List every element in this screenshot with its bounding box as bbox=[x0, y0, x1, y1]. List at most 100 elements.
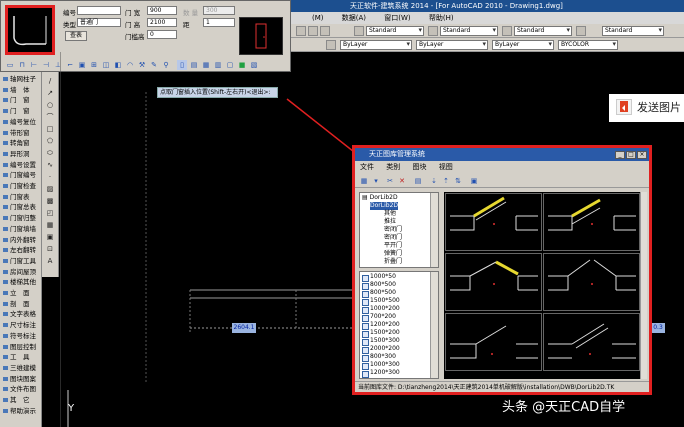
number-select[interactable] bbox=[77, 6, 121, 15]
list-scrollbar[interactable] bbox=[430, 272, 438, 378]
width-input[interactable]: 900 bbox=[147, 6, 177, 15]
toolbar-icon[interactable] bbox=[320, 26, 330, 36]
block-icon[interactable]: ▣ bbox=[44, 232, 56, 242]
gradient-icon[interactable]: ▩ bbox=[44, 196, 56, 206]
lineweight-select[interactable]: ByLayer bbox=[492, 40, 554, 50]
view-icon[interactable]: ▤ bbox=[413, 176, 423, 186]
arc-icon[interactable]: ⌒ bbox=[44, 112, 56, 122]
along-wall-icon[interactable]: ⊓ bbox=[17, 60, 27, 70]
menu-category[interactable]: 类别 bbox=[386, 163, 400, 171]
menu-item[interactable]: (M) bbox=[312, 14, 324, 22]
sill-input[interactable]: 0 bbox=[147, 30, 177, 39]
table-icon[interactable]: ▦ bbox=[44, 220, 56, 230]
rectangle-icon[interactable]: □ bbox=[44, 124, 56, 134]
list-item[interactable]: 1500*500 bbox=[362, 297, 400, 306]
list-item[interactable]: 1000*300 bbox=[362, 361, 400, 370]
close-icon[interactable]: × bbox=[637, 151, 647, 159]
thumbnail[interactable] bbox=[543, 193, 640, 251]
palette-item[interactable]: 门 窗 bbox=[1, 107, 41, 115]
plot-style-select[interactable]: BYCOLOR bbox=[558, 40, 618, 50]
palette-item[interactable]: 文件布图 bbox=[1, 385, 41, 393]
thumbnail-grid[interactable] bbox=[444, 192, 647, 379]
tree-item[interactable]: 平开门 bbox=[384, 242, 402, 250]
category-icon[interactable]: ▾ bbox=[371, 176, 381, 186]
door-plan-preview[interactable] bbox=[5, 5, 55, 55]
dimension-input-right[interactable]: 0.3 bbox=[651, 323, 665, 333]
tree-item[interactable]: 其他 bbox=[384, 210, 396, 218]
tree-item[interactable]: 密闭门 bbox=[384, 234, 402, 242]
palette-item[interactable]: 墙 体 bbox=[1, 86, 41, 94]
thumbnail[interactable] bbox=[445, 253, 542, 311]
minimize-icon[interactable]: _ bbox=[615, 151, 625, 159]
palette-item[interactable]: 帮助演示 bbox=[1, 407, 41, 415]
export-icon[interactable]: ⇡ bbox=[441, 176, 451, 186]
palette-item[interactable]: 转角窗 bbox=[1, 139, 41, 147]
point-icon[interactable]: · bbox=[44, 172, 56, 182]
dimension-input[interactable]: 2604.1 bbox=[232, 323, 256, 333]
palette-item[interactable]: 图块图案 bbox=[1, 375, 41, 383]
palette-item[interactable]: 三维建模 bbox=[1, 364, 41, 372]
palette-item[interactable]: 编号设置 bbox=[1, 161, 41, 169]
list-item[interactable]: 800*500 bbox=[362, 289, 396, 298]
palette-item[interactable]: 门窗检查 bbox=[1, 182, 41, 190]
list-item[interactable]: 1000*50 bbox=[362, 273, 396, 282]
palette-item[interactable]: 异形洞 bbox=[1, 150, 41, 158]
thumbnail[interactable] bbox=[445, 193, 542, 251]
thumbnail[interactable] bbox=[543, 253, 640, 311]
palette-item[interactable]: 立 面 bbox=[1, 289, 41, 297]
cut-icon[interactable]: ✂ bbox=[385, 176, 395, 186]
layer-color-select[interactable]: ByLayer bbox=[340, 40, 412, 50]
toolbar-icon[interactable] bbox=[308, 26, 318, 36]
thumbnail[interactable] bbox=[543, 313, 640, 371]
palette-item[interactable]: 符号标注 bbox=[1, 332, 41, 340]
list-item[interactable]: 1500*300 bbox=[362, 337, 400, 346]
linetype-select[interactable]: ByLayer bbox=[416, 40, 488, 50]
tree-item[interactable]: 折叠门 bbox=[384, 258, 402, 266]
list-item[interactable]: 1000*200 bbox=[362, 305, 400, 314]
palette-item[interactable]: 带形窗 bbox=[1, 129, 41, 137]
text-style-select[interactable]: Standard bbox=[366, 26, 424, 36]
palette-item[interactable]: 房间屋顶 bbox=[1, 268, 41, 276]
palette-item[interactable]: 剖 面 bbox=[1, 300, 41, 308]
palette-item[interactable]: 内外翻转 bbox=[1, 236, 41, 244]
palette-item[interactable]: 门 窗 bbox=[1, 96, 41, 104]
list-item[interactable]: 800*500 bbox=[362, 281, 396, 290]
line-icon[interactable]: / bbox=[44, 76, 56, 86]
import-icon[interactable]: ⇣ bbox=[429, 176, 439, 186]
palette-item[interactable]: 门窗编号 bbox=[1, 171, 41, 179]
palette-item[interactable]: 门窗总表 bbox=[1, 203, 41, 211]
palette-item[interactable]: 楼梯其他 bbox=[1, 278, 41, 286]
grid-scrollbar[interactable] bbox=[640, 192, 647, 379]
polygon-icon[interactable]: ⬠ bbox=[44, 136, 56, 146]
thumbnail[interactable] bbox=[445, 313, 542, 371]
palette-item[interactable]: 图层控制 bbox=[1, 343, 41, 351]
palette-item[interactable]: 左右翻转 bbox=[1, 246, 41, 254]
palette-item[interactable]: 门窗填墙 bbox=[1, 225, 41, 233]
tree-item[interactable]: 密闭门 bbox=[384, 226, 402, 234]
table-style-select[interactable]: Standard bbox=[514, 26, 572, 36]
list-item[interactable]: 1200*300 bbox=[362, 369, 400, 378]
multileader-style-select[interactable]: Standard bbox=[602, 26, 664, 36]
polyline-icon[interactable]: ↗ bbox=[44, 88, 56, 98]
height-input[interactable]: 2100 bbox=[147, 18, 177, 27]
door-elevation-preview[interactable] bbox=[239, 17, 283, 55]
list-item[interactable]: 1500*200 bbox=[362, 329, 400, 338]
palette-item[interactable]: 编号复位 bbox=[1, 118, 41, 126]
type-select[interactable]: 普通门 bbox=[77, 18, 121, 27]
block-list[interactable]: 1000*50 800*500 800*500 1500*500 1000*20… bbox=[359, 271, 439, 379]
table-lookup-button[interactable]: 查表 bbox=[65, 31, 87, 41]
palette-item[interactable]: 尺寸标注 bbox=[1, 321, 41, 329]
maximize-icon[interactable]: □ bbox=[626, 151, 636, 159]
palette-item[interactable]: 轴网柱子 bbox=[1, 75, 41, 83]
count-input[interactable]: 300 bbox=[203, 6, 235, 15]
sort-icon[interactable]: ⇅ bbox=[453, 176, 463, 186]
hatch-icon[interactable]: ▨ bbox=[44, 184, 56, 194]
menu-view[interactable]: 视图 bbox=[439, 163, 453, 171]
palette-item[interactable]: 门窗归整 bbox=[1, 214, 41, 222]
delete-icon[interactable]: ✕ bbox=[397, 176, 407, 186]
toolbar-icon[interactable] bbox=[296, 26, 306, 36]
menu-file[interactable]: 文件 bbox=[360, 163, 374, 171]
ellipse-icon[interactable]: ⬭ bbox=[44, 148, 56, 158]
list-item[interactable]: 800*300 bbox=[362, 353, 396, 362]
axis-equal-icon[interactable]: ⊢ bbox=[29, 60, 39, 70]
